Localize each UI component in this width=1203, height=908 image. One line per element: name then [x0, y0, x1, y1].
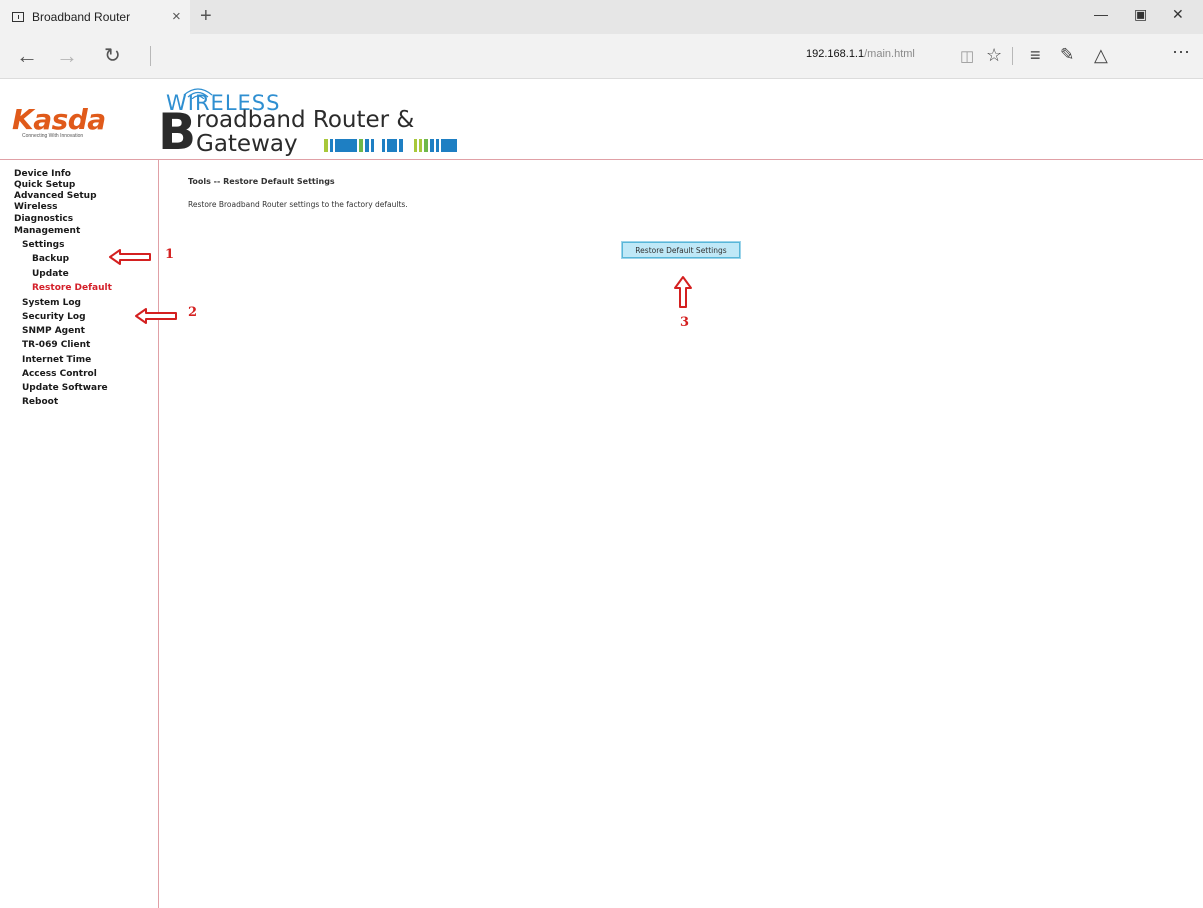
minimize-icon[interactable]: —	[1094, 6, 1108, 22]
close-icon[interactable]: ×	[172, 8, 181, 25]
annotation-arrow-1-icon	[109, 249, 151, 265]
hub-icon[interactable]: ≡	[1030, 45, 1041, 66]
sidebar-divider	[158, 159, 159, 908]
header-banner: Kasda Connecting With Innovation WIRELES…	[0, 79, 1203, 159]
sidebar-item-device-info[interactable]: Device Info	[14, 169, 71, 179]
browser-tab-bar: Broadband Router × + — ▣ ✕	[0, 0, 1203, 34]
annotation-number-2: 2	[188, 305, 198, 320]
back-arrow-icon[interactable]: ←	[16, 43, 38, 69]
sidebar-item-security-log[interactable]: Security Log	[22, 312, 86, 322]
plus-icon[interactable]: +	[200, 5, 212, 28]
sidebar-item-update[interactable]: Update	[32, 269, 69, 279]
banner-divider	[0, 159, 1203, 160]
banner-title-line2: Gateway	[196, 131, 298, 157]
sidebar-item-restore-default[interactable]: Restore Default	[32, 283, 112, 293]
sidebar-item-access-control[interactable]: Access Control	[22, 369, 97, 379]
url-host: 192.168.1.1	[806, 48, 865, 60]
url-field[interactable]: 192.168.1.1/main.html	[806, 48, 915, 60]
toolbar-divider	[1012, 47, 1013, 65]
sidebar-item-system-log[interactable]: System Log	[22, 298, 81, 308]
sidebar-item-quick-setup[interactable]: Quick Setup	[14, 180, 75, 190]
logo-text: Kasda	[12, 103, 106, 136]
page-description: Restore Broadband Router settings to the…	[188, 200, 408, 209]
tab-page-icon	[12, 12, 24, 22]
banner-title-line1: roadband Router &	[196, 107, 415, 133]
annotation-number-1: 1	[165, 247, 175, 262]
sidebar-item-advanced-setup[interactable]: Advanced Setup	[14, 191, 97, 201]
maximize-icon[interactable]: ▣	[1134, 6, 1147, 23]
url-path: /main.html	[864, 48, 915, 60]
web-note-icon[interactable]: ✎	[1060, 45, 1074, 65]
nav-divider	[150, 46, 151, 66]
kasda-logo: Kasda Connecting With Innovation	[12, 103, 142, 149]
sidebar-item-diagnostics[interactable]: Diagnostics	[14, 214, 73, 224]
tab-title: Broadband Router	[32, 10, 131, 24]
router-page: Kasda Connecting With Innovation WIRELES…	[0, 79, 1203, 908]
sidebar-item-reboot[interactable]: Reboot	[22, 397, 58, 407]
banner-color-stripes	[324, 139, 457, 152]
annotation-arrow-3-icon	[674, 276, 692, 308]
annotation-arrow-2-icon	[135, 308, 177, 324]
page-title: Tools -- Restore Default Settings	[188, 177, 335, 186]
sidebar-item-backup[interactable]: Backup	[32, 254, 69, 264]
logo-tagline: Connecting With Innovation	[22, 133, 84, 139]
sidebar-item-wireless[interactable]: Wireless	[14, 202, 57, 212]
reading-view-icon[interactable]: ◫	[960, 47, 974, 65]
sidebar-item-update-software[interactable]: Update Software	[22, 383, 108, 393]
sidebar-item-snmp-agent[interactable]: SNMP Agent	[22, 326, 85, 336]
share-icon[interactable]: △	[1094, 45, 1108, 66]
favorite-star-icon[interactable]: ☆	[986, 45, 1002, 66]
banner-big-b: B	[158, 103, 197, 161]
refresh-icon[interactable]: ↻	[104, 43, 121, 68]
annotation-number-3: 3	[680, 315, 690, 330]
browser-address-bar: ← → ↻ 192.168.1.1/main.html ◫ ☆ ≡ ✎ △ ⋯	[0, 34, 1203, 79]
more-icon[interactable]: ⋯	[1172, 42, 1190, 63]
sidebar-item-internet-time[interactable]: Internet Time	[22, 355, 91, 365]
browser-tab[interactable]: Broadband Router ×	[0, 0, 190, 34]
restore-default-settings-button[interactable]: Restore Default Settings	[621, 241, 741, 259]
sidebar-item-tr069-client[interactable]: TR-069 Client	[22, 340, 90, 350]
window-close-icon[interactable]: ✕	[1172, 6, 1184, 23]
forward-arrow-icon[interactable]: →	[56, 43, 78, 69]
sidebar-item-management[interactable]: Management	[14, 226, 80, 236]
sidebar-item-settings[interactable]: Settings	[22, 240, 64, 250]
